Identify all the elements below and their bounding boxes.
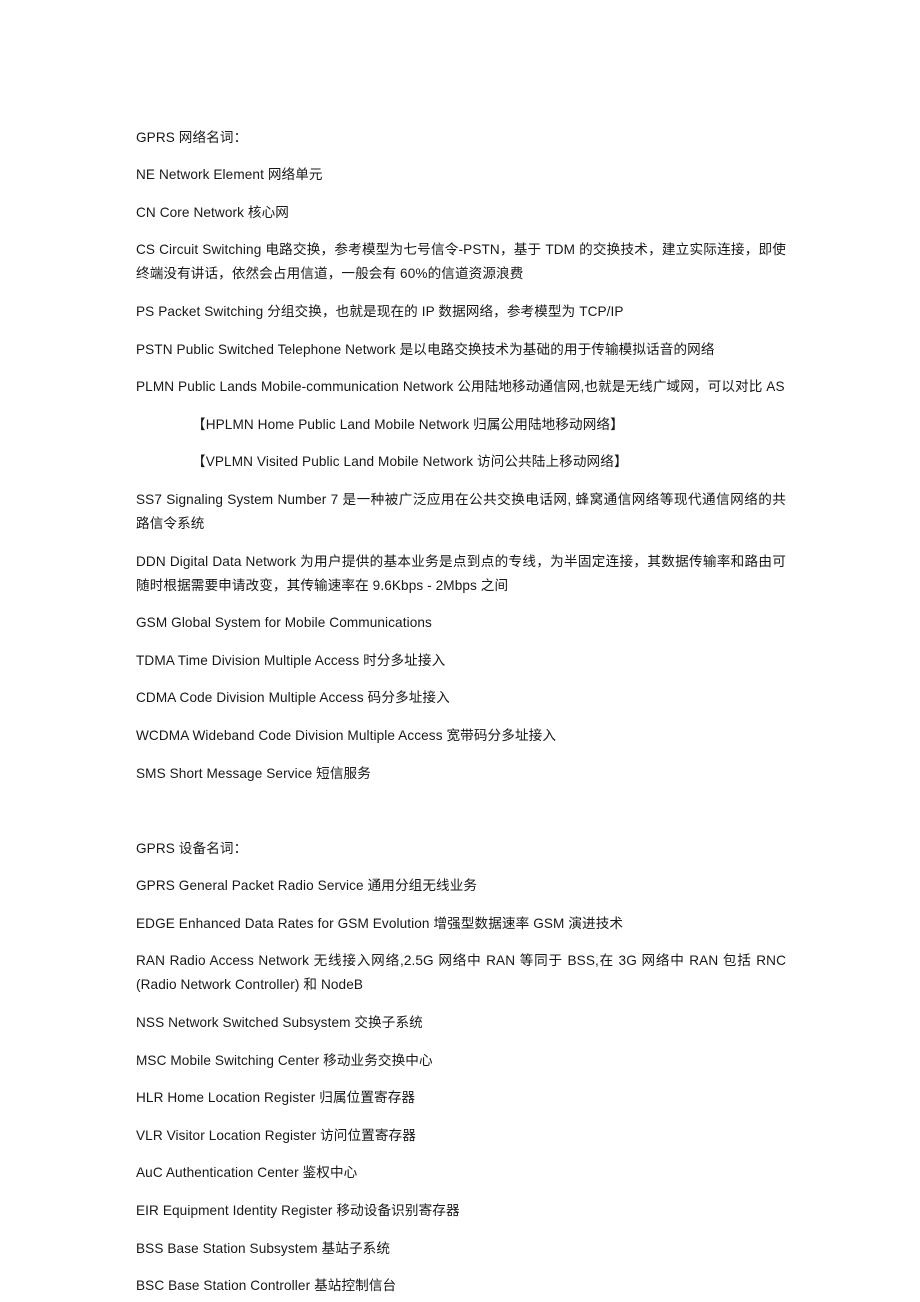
document-line: RAN Radio Access Network 无线接入网络,2.5G 网络中… — [136, 953, 786, 993]
document-line: 【VPLMN Visited Public Land Mobile Networ… — [192, 454, 628, 470]
document-line: PLMN Public Lands Mobile-communication N… — [136, 379, 785, 395]
document-line: CN Core Network 核心网 — [136, 204, 289, 220]
document-line: EDGE Enhanced Data Rates for GSM Evoluti… — [136, 915, 624, 931]
document-line: SS7 Signaling System Number 7 是一种被广泛应用在公… — [136, 491, 786, 531]
document-line: TDMA Time Division Multiple Access 时分多址接… — [136, 652, 446, 668]
document-line: AuC Authentication Center 鉴权中心 — [136, 1165, 358, 1181]
document-line: PS Packet Switching 分组交换，也就是现在的 IP 数据网络，… — [136, 303, 624, 319]
document-line: BSC Base Station Controller 基站控制信台 — [136, 1278, 397, 1294]
document-line: WCDMA Wideband Code Division Multiple Ac… — [136, 727, 557, 743]
document-line: NSS Network Switched Subsystem 交换子系统 — [136, 1015, 423, 1031]
document-line: DDN Digital Data Network 为用户提供的基本业务是点到点的… — [136, 553, 786, 593]
document-line: NE Network Element 网络单元 — [136, 167, 323, 183]
document-line: 【HPLMN Home Public Land Mobile Network 归… — [192, 416, 624, 432]
document-line: CS Circuit Switching 电路交换，参考模型为七号信令-PSTN… — [136, 242, 786, 282]
document-line — [136, 799, 786, 823]
document-line: PSTN Public Switched Telephone Network 是… — [136, 341, 715, 357]
document-line: MSC Mobile Switching Center 移动业务交换中心 — [136, 1052, 433, 1068]
document-line: GPRS 设备名词： — [136, 840, 248, 856]
document-line: SMS Short Message Service 短信服务 — [136, 765, 371, 781]
document-line: GSM Global System for Mobile Communicati… — [136, 615, 432, 631]
document-line: GPRS General Packet Radio Service 通用分组无线… — [136, 878, 478, 894]
document-line: GPRS 网络名词： — [136, 129, 248, 145]
document-line: CDMA Code Division Multiple Access 码分多址接… — [136, 690, 450, 706]
document-line: EIR Equipment Identity Register 移动设备识别寄存… — [136, 1203, 460, 1219]
document-line: VLR Visitor Location Register 访问位置寄存器 — [136, 1127, 416, 1143]
document-page: GPRS 网络名词： NE Network Element 网络单元 CN Core… — [0, 0, 920, 1302]
document-line: BSS Base Station Subsystem 基站子系统 — [136, 1240, 391, 1256]
document-line: HLR Home Location Register 归属位置寄存器 — [136, 1090, 416, 1106]
document-text-body: GPRS 网络名词： NE Network Element 网络单元 CN Core… — [136, 112, 786, 1302]
